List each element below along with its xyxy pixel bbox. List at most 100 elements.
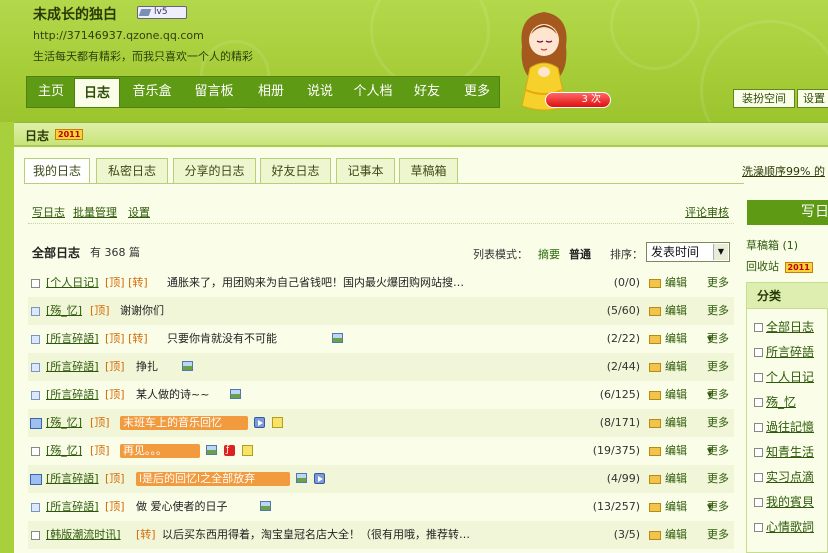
sort-select-value: 发表时间 (651, 245, 700, 259)
list-item[interactable]: [所言碎語] [顶] l是后的回忆l之全部放弃 (4/99) 编辑 更多▾ (28, 465, 734, 513)
tab-shared-blog[interactable]: 分享的日志 (173, 158, 256, 183)
edit-link[interactable]: 编辑 (665, 353, 687, 381)
edit-icon (649, 419, 661, 428)
post-stats: (8/171) (599, 416, 640, 429)
category-item[interactable]: 个人日记 (754, 368, 814, 385)
tab-drafts[interactable]: 草稿箱 (399, 158, 458, 183)
image-icon (182, 361, 193, 371)
post-category[interactable]: [韩版潮流时讯] (46, 521, 121, 549)
tab-friends-blog[interactable]: 好友日志 (260, 158, 331, 183)
post-title[interactable]: 通胀来了，用团购来为自己省钱吧！国内最火爆团购网站搜… (167, 269, 507, 297)
post-title[interactable]: 再见。。。 (120, 444, 200, 458)
list-item[interactable]: [所言碎語] [顶] 某人做的诗~~ (6/125) 编辑 更多▾ (28, 381, 734, 429)
recycle-bin-link[interactable]: 回收站 2011 (746, 258, 813, 274)
dress-space-button[interactable]: 装扮空间 (733, 89, 795, 108)
list-item[interactable]: [个人日记] [顶] [转] 通胀来了，用团购来为自己省钱吧！国内最火爆团购网站… (28, 269, 734, 317)
edit-link[interactable]: 编辑 (665, 493, 687, 521)
edit-icon (649, 363, 661, 372)
more-menu[interactable]: 更多▾ (707, 521, 734, 553)
draft-box-link[interactable]: 草稿箱 (1) (746, 237, 798, 253)
category-item[interactable]: 实习点滴 (754, 468, 814, 485)
post-category[interactable]: [殇_忆] (46, 437, 82, 465)
list-item[interactable]: [所言碎語] [顶] 挣扎 (2/44) 编辑 更多▾ (28, 353, 734, 401)
post-title[interactable]: 末班车上的音乐回忆 (120, 416, 248, 430)
post-category[interactable]: [所言碎語] (46, 465, 99, 493)
post-category[interactable]: [所言碎語] (46, 493, 99, 521)
post-title[interactable]: 谢谢你们 (120, 297, 320, 325)
chevron-down-icon[interactable]: ▼ (713, 244, 728, 260)
nav-friends[interactable]: 好友 (405, 77, 449, 107)
level-badge[interactable]: lv5 (137, 6, 187, 19)
list-item[interactable]: [所言碎語] [顶] 做 爱心使者的日子 (13/257) 编辑 更多▾ (28, 493, 734, 541)
visit-counter: 3 次 (545, 92, 611, 108)
post-title[interactable]: l是后的回忆l之全部放弃 (136, 472, 290, 486)
post-tags: [顶] (105, 388, 125, 401)
edit-link[interactable]: 编辑 (665, 381, 687, 409)
post-category[interactable]: [所言碎語] (46, 381, 99, 409)
comment-review-link[interactable]: 评论审核 (685, 204, 729, 220)
batch-manage-link[interactable]: 批量管理 (73, 204, 117, 220)
post-category[interactable]: [殇_忆] (46, 409, 82, 437)
edit-link[interactable]: 编辑 (665, 465, 687, 493)
sort-note-link[interactable]: 洗澡顺序99% 的 (742, 163, 825, 179)
post-title[interactable]: 以后买东西用得着，淘宝皇冠名店大全！（很有用哦，推荐转… (162, 521, 512, 549)
post-title[interactable]: 某人做的诗~~ (136, 381, 224, 409)
divider (28, 223, 734, 224)
write-blog-button[interactable]: 写日志 (747, 200, 828, 225)
edit-icon (649, 447, 661, 456)
post-category[interactable]: [所言碎語] (46, 325, 99, 353)
edit-link[interactable]: 编辑 (665, 521, 687, 549)
mode-summary-link[interactable]: 摘要 (538, 246, 560, 262)
doc-icon (31, 391, 40, 400)
category-item[interactable]: 全部日志 (754, 318, 814, 335)
space-url[interactable]: http://37146937.qzone.qq.com (33, 29, 204, 42)
category-label: 心情歌詞 (766, 520, 815, 534)
post-category[interactable]: [个人日记] (46, 269, 99, 297)
note-icon (242, 445, 253, 456)
post-title[interactable]: 做 爱心使者的日子 (136, 493, 254, 521)
blog-settings-link[interactable]: 设置 (128, 204, 150, 220)
edit-link[interactable]: 编辑 (665, 409, 687, 437)
list-item[interactable]: [殇_忆] [顶] 谢谢你们 (5/60) 编辑 更多▾ (28, 297, 734, 345)
tab-private-blog[interactable]: 私密日志 (96, 158, 168, 183)
nav-blog[interactable]: 日志 (74, 78, 120, 108)
post-title[interactable]: 只要你肯就没有不可能 (167, 325, 327, 353)
category-label: 過往記憶 (766, 420, 815, 434)
edit-link[interactable]: 编辑 (665, 297, 687, 325)
tab-my-blog[interactable]: 我的日志 (24, 158, 90, 184)
settings-button[interactable]: 设置 (797, 89, 828, 108)
post-category[interactable]: [殇_忆] (46, 297, 82, 325)
sort-select[interactable]: 发表时间 ▼ (646, 242, 730, 262)
nav-shuoshuo[interactable]: 说说 (299, 77, 341, 107)
nav-album[interactable]: 相册 (247, 77, 295, 107)
edit-link[interactable]: 编辑 (665, 437, 687, 465)
nav-music[interactable]: 音乐盒 (123, 77, 181, 107)
post-category[interactable]: [所言碎語] (46, 353, 99, 381)
category-item[interactable]: 我的賓貝 (754, 493, 814, 510)
nav-home[interactable]: 主页 (29, 77, 73, 107)
category-label: 知青生活 (766, 445, 815, 459)
doc-icon (754, 373, 763, 382)
post-title[interactable]: 挣扎 (136, 353, 176, 381)
tab-notebook[interactable]: 记事本 (336, 158, 395, 183)
list-item[interactable]: [所言碎語] [顶] [转] 只要你肯就没有不可能 (2/22) 编辑 更多▾ (28, 325, 734, 373)
mode-normal-link[interactable]: 普通 (569, 246, 591, 262)
list-item[interactable]: [韩版潮流时讯] [转] 以后买东西用得着，淘宝皇冠名店大全！（很有用哦，推荐转… (28, 521, 734, 549)
nav-guestbook[interactable]: 留言板 (185, 77, 243, 107)
all-blogs-title: 全部日志 (32, 246, 81, 260)
category-item[interactable]: 過往記憶 (754, 418, 814, 435)
category-item[interactable]: 心情歌詞 (754, 518, 814, 535)
nav-more[interactable]: 更多 (455, 77, 499, 107)
recycle-label: 回收站 (746, 260, 779, 273)
category-item[interactable]: 所言碎語 (754, 343, 814, 360)
category-item[interactable]: 知青生活 (754, 443, 814, 460)
space-title[interactable]: 未成长的独白 (33, 4, 117, 24)
edit-icon (649, 475, 661, 484)
list-item[interactable]: [殇_忆] [顶] 再见。。。 (19/375) 编辑 更多▾ (28, 436, 734, 485)
category-item[interactable]: 殇_忆 (754, 393, 796, 410)
list-item[interactable]: [殇_忆] [顶] 末班车上的音乐回忆 (8/171) 编辑 更多▾ (28, 409, 734, 457)
write-blog-link[interactable]: 写日志 (32, 204, 65, 220)
edit-link[interactable]: 编辑 (665, 325, 687, 353)
nav-profile[interactable]: 个人档 (345, 77, 401, 107)
edit-link[interactable]: 编辑 (665, 269, 687, 297)
